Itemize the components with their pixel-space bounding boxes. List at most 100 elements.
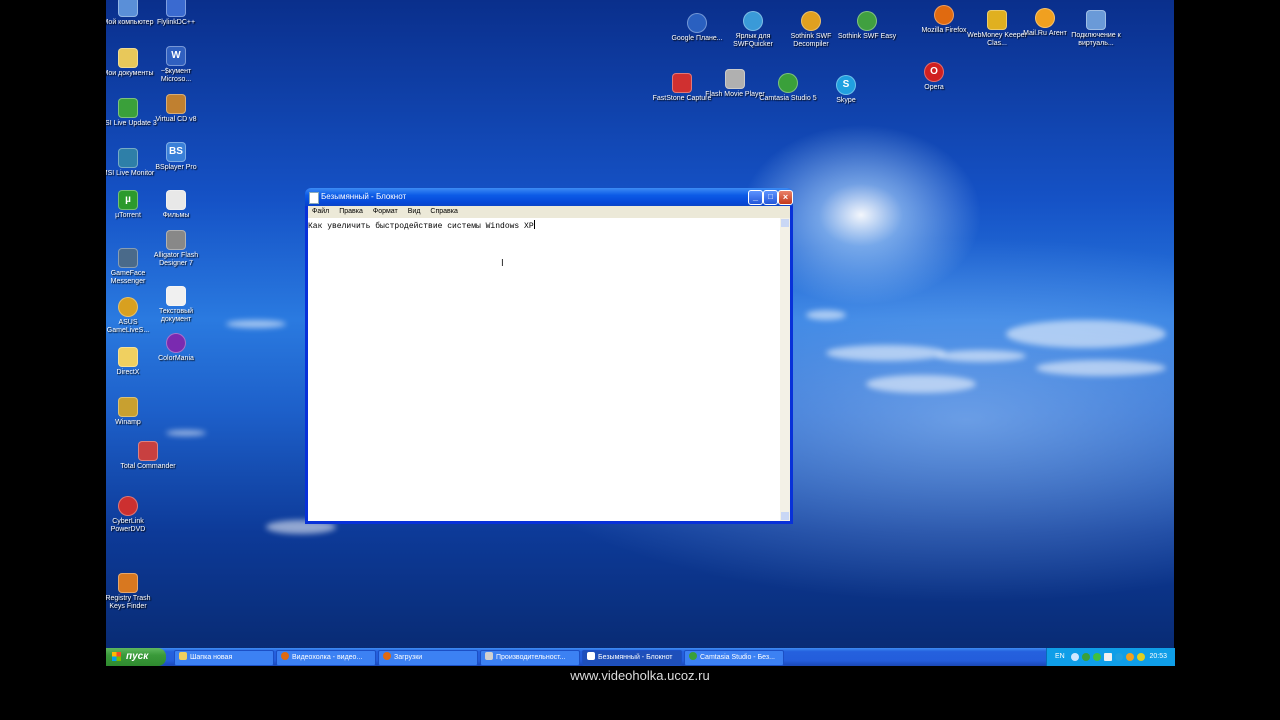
firefox-icon [934, 5, 954, 25]
desktop-icon-text-document[interactable]: Текстовый документ [146, 286, 206, 324]
documents-folder-icon [118, 48, 138, 68]
utorrent-icon: µ [118, 190, 138, 210]
desktop-icon-camtasia[interactable]: Camtasia Studio 5 [758, 73, 818, 103]
desktop-icon-sothink-easy[interactable]: Sothink SWF Easy [837, 11, 897, 41]
maximize-button[interactable]: □ [763, 190, 778, 205]
asus-disc-icon [118, 297, 138, 317]
text-caret [533, 220, 535, 229]
editor-text: Как увеличить быстродействие системы Win… [308, 222, 534, 231]
taskbar-item[interactable]: Видеохолка - видео... [276, 650, 376, 666]
desktop-icon-registry-trash[interactable]: Registry Trash Keys Finder [106, 573, 158, 611]
desktop-icon-powerdvd[interactable]: CyberLink PowerDVD [106, 496, 158, 534]
folder-icon [179, 652, 187, 660]
folder-icon [118, 347, 138, 367]
desktop-icon-flylink[interactable]: FlylinkDC++ [146, 0, 206, 27]
desktop-icon-firefox[interactable]: Mozilla Firefox [914, 5, 974, 35]
swfquicker-icon [743, 11, 763, 31]
tray-volume-icon[interactable] [1137, 653, 1145, 661]
desktop-icon-colormania[interactable]: ColorMania [146, 333, 206, 363]
system-tray: EN 20:53 [1046, 648, 1175, 666]
start-label: пуск [126, 651, 149, 662]
firefox-icon [383, 652, 391, 660]
tray-mailru-icon[interactable] [1126, 653, 1134, 661]
taskbar-item[interactable]: Загрузки [378, 650, 478, 666]
desktop-icon-films[interactable]: Фильмы [146, 190, 206, 220]
skype-icon: S [836, 75, 856, 95]
tray-camtasia-icon[interactable] [1082, 653, 1090, 661]
desktop-icon-alligator[interactable]: Alligator Flash Designer 7 [146, 230, 206, 268]
window-title: Безымянный - Блокнот [321, 192, 407, 201]
minimize-button[interactable]: _ [748, 190, 763, 205]
desktop-icon-network-connection[interactable]: Подключение к виртуаль... [1066, 10, 1126, 48]
close-button[interactable]: × [778, 190, 793, 205]
menu-file[interactable]: Файл [312, 208, 329, 215]
computer-icon [118, 0, 138, 17]
desktop-icon-faststone[interactable]: FastStone Capture [652, 73, 712, 103]
menu-view[interactable]: Вид [408, 208, 421, 215]
flylink-icon [166, 0, 186, 17]
winamp-icon [118, 397, 138, 417]
opera-icon: O [924, 62, 944, 82]
mailru-agent-icon [1035, 8, 1055, 28]
notepad-icon [587, 652, 595, 660]
desktop-icon-sothink-decompiler[interactable]: Sothink SWF Decompiler [781, 11, 841, 49]
google-earth-icon [687, 13, 707, 33]
windows-logo-icon [112, 652, 121, 661]
clock: 20:53 [1149, 653, 1167, 660]
scroll-up-arrow[interactable] [781, 219, 789, 227]
menu-format[interactable]: Формат [373, 208, 398, 215]
tray-network-icon[interactable] [1104, 653, 1112, 661]
desktop-icon-total-commander[interactable]: Total Commander [118, 441, 178, 471]
sothink-decompiler-icon [801, 11, 821, 31]
faststone-icon [672, 73, 692, 93]
menu-help[interactable]: Справка [430, 208, 457, 215]
taskbar-item[interactable]: Шапка новая [174, 650, 274, 666]
tray-utorrent-icon[interactable] [1093, 653, 1101, 661]
camtasia-icon [689, 652, 697, 660]
notepad-window[interactable]: Безымянный - Блокнот _ □ × Файл Правка Фор… [305, 188, 793, 524]
text-file-icon [166, 190, 186, 210]
webmoney-icon [987, 10, 1007, 30]
bsplayer-icon: BS [166, 142, 186, 162]
gameface-icon [118, 248, 138, 268]
live-update-icon [118, 98, 138, 118]
firefox-icon [281, 652, 289, 660]
desktop-icon-swfquicker[interactable]: Ярлык для SWFQuicker [723, 11, 783, 49]
text-document-icon [166, 286, 186, 306]
taskbar-item-active[interactable]: Безымянный - Блокнот [582, 650, 682, 666]
ibeam-cursor-icon: I [501, 258, 504, 269]
notepad-app-icon [309, 192, 319, 204]
desktop-icon-virtual-cd[interactable]: Virtual CD v8 [146, 94, 206, 124]
alligator-icon [166, 230, 186, 250]
window-icon [485, 652, 493, 660]
flash-player-icon [725, 69, 745, 89]
virtual-cd-icon [166, 94, 186, 114]
sothink-easy-icon [857, 11, 877, 31]
desktop-icon-skype[interactable]: S Skype [816, 75, 876, 105]
desktop-icon-opera[interactable]: O Opera [904, 62, 964, 92]
word-doc-icon: W [166, 46, 186, 66]
registry-icon [118, 573, 138, 593]
desktop-icon-bsplayer[interactable]: BS BSplayer Pro [146, 142, 206, 172]
live-monitor-icon [118, 148, 138, 168]
desktop-icon-winamp[interactable]: Winamp [106, 397, 158, 427]
scroll-down-arrow[interactable] [781, 512, 789, 520]
text-editor-area[interactable]: Как увеличить быстродействие системы Win… [308, 218, 780, 521]
desktop-icon-flash-movie-player[interactable]: Flash Movie Player [705, 69, 765, 99]
network-connection-icon [1086, 10, 1106, 30]
taskbar: пуск Шапка новая Видеохолка - видео... З… [106, 648, 1175, 666]
vertical-scrollbar[interactable] [780, 218, 790, 521]
start-button[interactable]: пуск [106, 648, 166, 666]
camtasia-icon [778, 73, 798, 93]
menu-edit[interactable]: Правка [339, 208, 363, 215]
tray-arrow-icon[interactable] [1071, 653, 1079, 661]
desktop-icon-google-earth[interactable]: Google Плане... [667, 13, 727, 43]
desktop-icon-word-temp[interactable]: W ~$кумент Microso... [146, 46, 206, 84]
window-title-bar[interactable]: Безымянный - Блокнот _ □ × [305, 188, 793, 206]
tray-skype-icon[interactable] [1115, 653, 1123, 661]
total-commander-icon [138, 441, 158, 461]
taskbar-item[interactable]: Производительност... [480, 650, 580, 666]
language-indicator[interactable]: EN [1055, 648, 1065, 666]
colormania-icon [166, 333, 186, 353]
taskbar-item[interactable]: Camtasia Studio - Без... [684, 650, 784, 666]
